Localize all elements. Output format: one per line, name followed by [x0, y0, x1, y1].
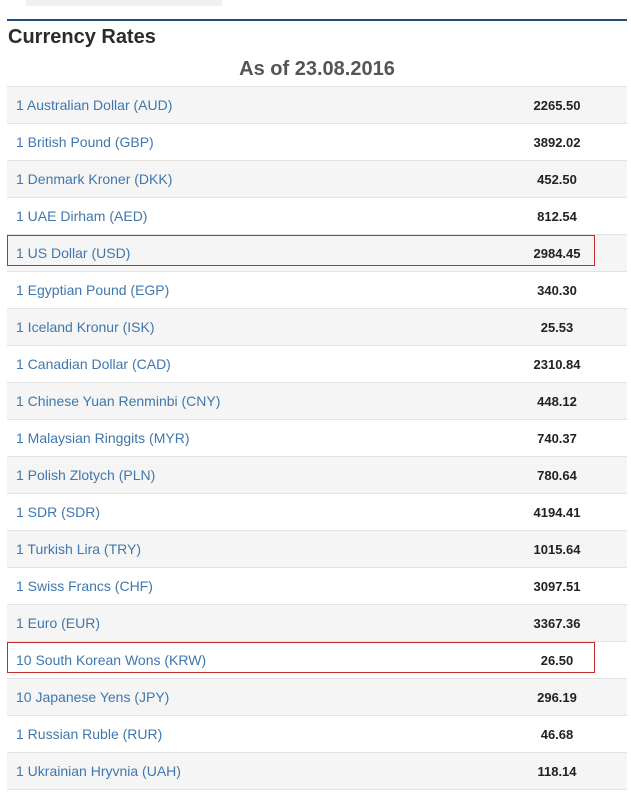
rate-value: 780.64 [537, 467, 577, 483]
rate-row: 1 Polish Zlotych (PLN) 780.64 [7, 457, 627, 494]
rate-row: 1 Australian Dollar (AUD) 2265.50 [7, 87, 627, 124]
currency-name-link[interactable]: 1 Canadian Dollar (CAD) [16, 356, 171, 372]
currency-name-link[interactable]: 1 US Dollar (USD) [16, 245, 130, 261]
rate-value: 1015.64 [533, 541, 581, 557]
currency-name-link[interactable]: 1 Swiss Francs (CHF) [16, 578, 153, 594]
rate-row: 1 UAE Dirham (AED) 812.54 [7, 198, 627, 235]
as-of-date: As of 23.08.2016 [239, 58, 395, 80]
top-strip [26, 0, 222, 6]
rate-value: 25.53 [540, 319, 574, 335]
rate-row: 10 Japanese Yens (JPY) 296.19 [7, 679, 627, 716]
currency-name-link[interactable]: 1 SDR (SDR) [16, 504, 100, 520]
rate-value: 740.37 [537, 430, 577, 446]
rate-value: 448.12 [537, 393, 577, 409]
currency-rates-table: 1 Australian Dollar (AUD) 2265.50 1 Brit… [7, 86, 627, 790]
rate-value: 452.50 [537, 171, 577, 187]
currency-name-link[interactable]: 1 Australian Dollar (AUD) [16, 97, 172, 113]
rate-row: 1 Chinese Yuan Renminbi (CNY) 448.12 [7, 383, 627, 420]
rate-value: 3097.51 [533, 578, 581, 594]
currency-name-link[interactable]: 1 Egyptian Pound (EGP) [16, 282, 169, 298]
rate-row: 1 Russian Ruble (RUR) 46.68 [7, 716, 627, 753]
currency-name-link[interactable]: 1 Denmark Kroner (DKK) [16, 171, 172, 187]
rate-row: 1 Turkish Lira (TRY) 1015.64 [7, 531, 627, 568]
currency-name-link[interactable]: 1 Euro (EUR) [16, 615, 100, 631]
currency-name-link[interactable]: 1 Chinese Yuan Renminbi (CNY) [16, 393, 220, 409]
rate-row: 1 British Pound (GBP) 3892.02 [7, 124, 627, 161]
rate-value: 3892.02 [533, 134, 581, 150]
rate-row: 1 Egyptian Pound (EGP) 340.30 [7, 272, 627, 309]
rate-value: 46.68 [540, 726, 574, 742]
rate-value: 2984.45 [533, 245, 581, 261]
currency-name-link[interactable]: 1 British Pound (GBP) [16, 134, 154, 150]
rate-row: 1 Ukrainian Hryvnia (UAH) 118.14 [7, 753, 627, 790]
currency-name-link[interactable]: 10 Japanese Yens (JPY) [16, 689, 169, 705]
rate-value: 3367.36 [533, 615, 581, 631]
rate-value: 296.19 [537, 689, 577, 705]
rate-value: 2310.84 [533, 356, 581, 372]
rate-value: 340.30 [537, 282, 577, 298]
currency-name-link[interactable]: 1 Turkish Lira (TRY) [16, 541, 141, 557]
currency-name-link[interactable]: 1 Malaysian Ringgits (MYR) [16, 430, 190, 446]
rate-row: 1 SDR (SDR) 4194.41 [7, 494, 627, 531]
rate-value: 4194.41 [533, 504, 581, 520]
currency-name-link[interactable]: 1 Iceland Kronur (ISK) [16, 319, 155, 335]
rate-value: 118.14 [537, 763, 577, 779]
currency-name-link[interactable]: 1 Polish Zlotych (PLN) [16, 467, 155, 483]
rate-row: 1 US Dollar (USD) 2984.45 [7, 235, 627, 272]
rate-value: 812.54 [537, 208, 577, 224]
rate-row: 1 Euro (EUR) 3367.36 [7, 605, 627, 642]
currency-name-link[interactable]: 10 South Korean Wons (KRW) [16, 652, 206, 668]
rate-value: 2265.50 [533, 97, 581, 113]
rate-row: 10 South Korean Wons (KRW) 26.50 [7, 642, 627, 679]
currency-name-link[interactable]: 1 Ukrainian Hryvnia (UAH) [16, 763, 181, 779]
rate-row: 1 Malaysian Ringgits (MYR) 740.37 [7, 420, 627, 457]
rate-row: 1 Swiss Francs (CHF) 3097.51 [7, 568, 627, 605]
currency-name-link[interactable]: 1 UAE Dirham (AED) [16, 208, 147, 224]
header-divider [7, 19, 627, 21]
rate-row: 1 Iceland Kronur (ISK) 25.53 [7, 309, 627, 346]
rate-row: 1 Denmark Kroner (DKK) 452.50 [7, 161, 627, 198]
rate-value: 26.50 [540, 652, 574, 668]
page-title: Currency Rates [8, 26, 156, 48]
rate-row: 1 Canadian Dollar (CAD) 2310.84 [7, 346, 627, 383]
currency-name-link[interactable]: 1 Russian Ruble (RUR) [16, 726, 162, 742]
